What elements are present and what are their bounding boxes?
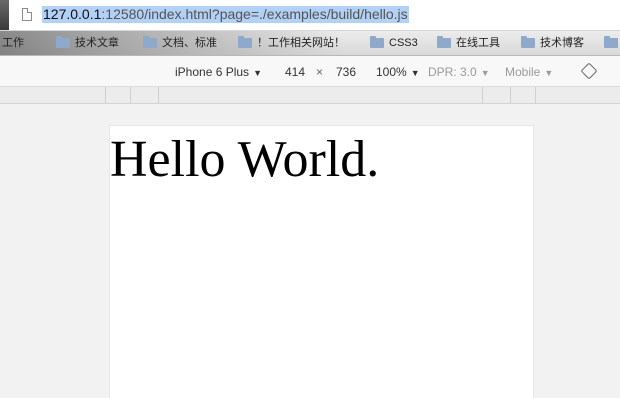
window-edge [0,0,9,30]
zoom-select[interactable]: 100% ▼ [376,65,420,80]
mode-value: Mobile [505,65,541,79]
folder-icon [604,36,618,48]
bookmark-label: 技术文章 [75,37,119,49]
folder-icon [521,36,535,48]
media-query-ruler [0,87,620,104]
dpr-select[interactable]: DPR: 3.0 ▼ [428,65,490,80]
bookmark-label: 文档、标准 [162,37,217,49]
chevron-down-icon: ▼ [544,68,554,78]
device-select[interactable]: iPhone 6 Plus ▼ [175,65,262,80]
bookmark-label: 技术博客 [540,37,584,49]
folder-icon [437,36,451,48]
folder-icon [56,36,70,48]
bookmark-work[interactable]: 工作 [2,35,24,51]
bookmark-docs-standards[interactable]: 文档、标准 [143,35,217,51]
page-icon [22,8,32,21]
width-input[interactable]: 414 [285,65,305,79]
ruler-divider [130,87,131,103]
folder-icon [370,36,384,48]
device-toolbar: iPhone 6 Plus ▼ 414 × 736 100% ▼ DPR: 3.0 ▼… [0,56,620,87]
ruler-divider [105,87,106,103]
zoom-value: 100% [376,65,407,79]
ruler-divider [535,87,536,103]
chevron-down-icon: ▼ [253,68,262,78]
bookmark-label: 在线工具 [456,37,500,49]
ruler-divider [510,87,511,103]
folder-icon [143,36,157,48]
chevron-down-icon: ▼ [480,68,490,78]
dpr-value: DPR: 3.0 [428,65,477,79]
url-path: :12580/index.html?page=./examples/build/… [101,6,408,22]
bookmarks-bar: 工作 技术文章 文档、标准 ！工作相关网站！ CSS3 在线工具 技术博客 [0,31,620,56]
bookmark-css3[interactable]: CSS3 [370,35,418,51]
ruler-divider [158,87,159,103]
bookmark-label: 工作 [2,37,24,49]
bookmark-label: CSS3 [389,37,418,49]
folder-icon [238,36,252,48]
mode-select[interactable]: Mobile ▼ [505,65,553,80]
ruler-divider [482,87,483,103]
url-text[interactable]: 127.0.0.1:12580/index.html?page=./exampl… [42,6,409,23]
bookmark-more-folder[interactable] [604,35,620,51]
bookmark-tech-blogs[interactable]: 技术博客 [521,35,584,51]
bookmark-tech-articles[interactable]: 技术文章 [56,35,119,51]
times-icon: × [316,65,324,79]
bookmark-work-sites[interactable]: ！工作相关网站！ [238,35,345,51]
chevron-down-icon: ▼ [410,68,420,78]
height-input[interactable]: 736 [336,65,356,79]
bookmark-label: ！工作相关网站！ [257,37,345,49]
device-screen: Hello World. [109,125,534,398]
address-bar[interactable]: 127.0.0.1:12580/index.html?page=./exampl… [0,0,620,31]
bookmark-online-tools[interactable]: 在线工具 [437,35,500,51]
device-name: iPhone 6 Plus [175,65,250,79]
url-host: 127.0.0.1 [43,6,102,22]
page-heading: Hello World. [110,131,380,188]
